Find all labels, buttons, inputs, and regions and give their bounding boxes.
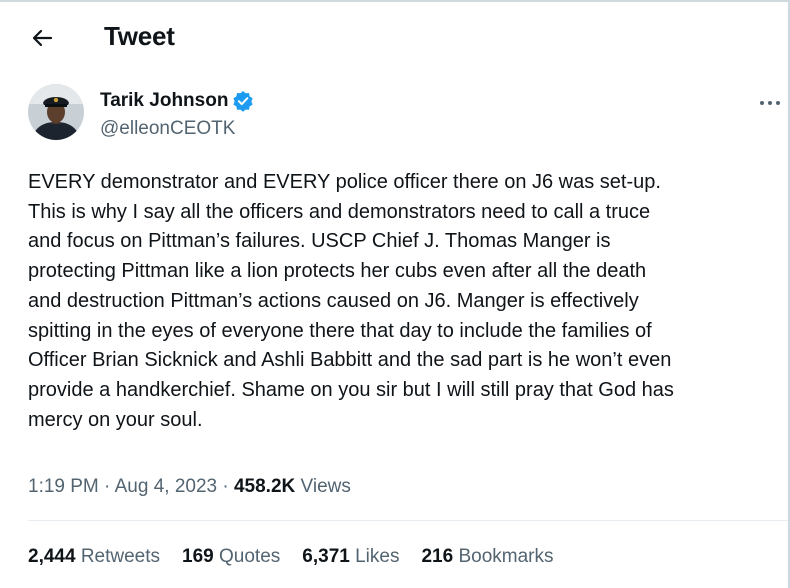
author-name-text: Tarik Johnson (100, 90, 229, 111)
stat-label: Quotes (219, 546, 281, 567)
meta-separator: · (222, 476, 229, 497)
tweet-meta: 1:19 PM · Aug 4, 2023 · 458.2K Views (28, 476, 351, 498)
tweet-text: EVERY demonstrator and EVERY police offi… (28, 171, 674, 431)
likes-stat[interactable]: 6,371 Likes (302, 546, 399, 568)
stat-label: Likes (355, 546, 400, 567)
more-options-button[interactable] (752, 88, 788, 116)
stat-count: 6,371 (302, 546, 350, 567)
views-label: Views (300, 476, 351, 497)
author-name[interactable]: Tarik Johnson (100, 90, 254, 112)
more-dots-icon (759, 93, 781, 111)
views-count: 458.2K (233, 476, 296, 497)
bookmarks-stat[interactable]: 216 Bookmarks (421, 546, 553, 568)
stat-count: 2,444 (28, 546, 76, 567)
retweets-stat[interactable]: 2,444 Retweets (28, 546, 160, 568)
page-header: Tweet (0, 2, 788, 72)
back-arrow-icon (31, 28, 53, 53)
quotes-stat[interactable]: 169 Quotes (182, 546, 280, 568)
tweet-time[interactable]: 1:19 PM (28, 476, 99, 497)
page-title: Tweet (104, 21, 175, 51)
back-button[interactable] (24, 22, 60, 58)
verified-badge-icon (232, 90, 254, 112)
meta-separator: · (104, 476, 111, 497)
stat-count: 169 (182, 546, 214, 567)
tweet-date[interactable]: Aug 4, 2023 (115, 476, 217, 497)
stat-label: Retweets (80, 546, 161, 567)
stat-label: Bookmarks (458, 546, 554, 567)
avatar[interactable] (28, 84, 84, 140)
engagement-stats: 2,444 Retweets 169 Quotes 6,371 Likes 21… (28, 546, 575, 568)
author-handle[interactable]: @elleonCEOTK (100, 118, 235, 140)
divider (28, 520, 788, 521)
stat-count: 216 (421, 546, 454, 567)
